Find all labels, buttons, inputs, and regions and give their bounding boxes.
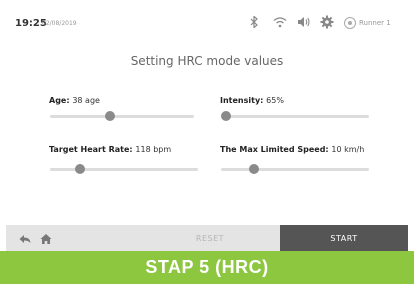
intensity-label: Intensity: 65% xyxy=(220,96,284,105)
max-speed-label: The Max Limited Speed: 10 km/h xyxy=(220,145,365,154)
page-title: Setting HRC mode values xyxy=(130,54,284,68)
intensity-slider-thumb[interactable] xyxy=(221,111,231,121)
target-heart-rate-slider-thumb[interactable] xyxy=(74,164,85,174)
max-speed-slider-thumb[interactable] xyxy=(248,164,259,174)
intensity-value: 65% xyxy=(266,96,284,105)
status-bar: 19:25 02/08/2019 Runner 1 xyxy=(6,5,408,37)
target-heart-rate-label-name: Target Heart Rate xyxy=(49,145,130,154)
target-heart-rate-value: 118 bpm xyxy=(135,145,172,154)
user-icon xyxy=(344,17,356,29)
intensity-label-name: Intensity xyxy=(220,96,261,105)
age-label-name: Age xyxy=(49,96,67,105)
settings-icon[interactable] xyxy=(319,14,335,30)
step-banner: STAP 5 (HRC) xyxy=(0,251,414,284)
volume-icon[interactable] xyxy=(295,14,311,30)
age-label: Age: 38 age xyxy=(49,96,100,105)
reset-button[interactable]: RESET xyxy=(140,225,280,252)
max-speed-value: 10 km/h xyxy=(331,145,365,154)
max-speed-label-name: The Max Limited Speed xyxy=(220,145,326,154)
intensity-slider[interactable] xyxy=(221,111,369,121)
intensity-slider-track xyxy=(221,115,369,118)
bluetooth-icon[interactable] xyxy=(246,14,262,30)
age-slider-thumb[interactable] xyxy=(105,111,116,121)
max-speed-slider-track xyxy=(221,168,369,171)
user-name: Runner 1 xyxy=(359,19,391,27)
bottom-bar: RESET START xyxy=(6,225,408,252)
wifi-icon[interactable] xyxy=(272,14,288,30)
back-arrow-icon[interactable] xyxy=(18,231,32,245)
age-slider-track xyxy=(50,115,194,118)
age-value: 38 age xyxy=(72,96,100,105)
target-heart-rate-slider[interactable] xyxy=(50,164,198,174)
age-slider[interactable] xyxy=(50,111,194,121)
max-speed-slider[interactable] xyxy=(221,164,369,174)
home-icon[interactable] xyxy=(39,231,53,245)
start-button[interactable]: START xyxy=(280,225,408,252)
tablet-screen: 19:25 02/08/2019 Runner 1 Setting HRC mo… xyxy=(6,5,408,252)
target-heart-rate-label: Target Heart Rate: 118 bpm xyxy=(49,145,172,154)
clock-date: 02/08/2019 xyxy=(42,20,77,27)
nav-zone xyxy=(6,225,140,252)
target-heart-rate-slider-track xyxy=(50,168,198,171)
